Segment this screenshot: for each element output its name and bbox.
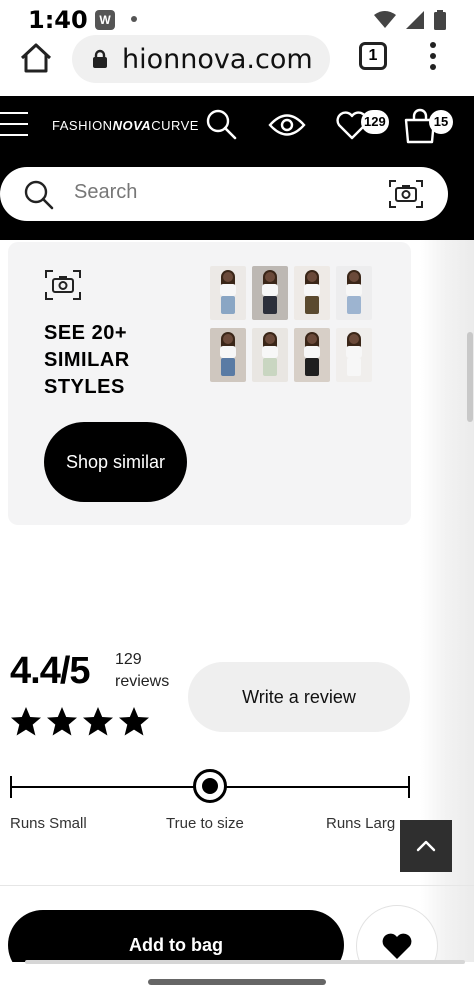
battery-icon xyxy=(434,10,446,30)
home-indicator[interactable] xyxy=(148,979,326,985)
bag-count-badge: 15 xyxy=(429,110,453,134)
back-to-top-button[interactable] xyxy=(400,820,452,872)
wishlist-count-badge: 129 xyxy=(361,110,389,134)
app-screen: 1:40 W hionnova.com 1 FASHIONNOVACURVE 1… xyxy=(0,0,474,1000)
notification-dot-icon xyxy=(131,16,137,22)
address-bar[interactable]: hionnova.com xyxy=(72,35,330,83)
browser-toolbar: hionnova.com 1 xyxy=(0,35,474,96)
logo-part-curve: CURVE xyxy=(151,118,199,133)
fit-scale-end-tick xyxy=(408,776,410,798)
scrollbar-thumb[interactable] xyxy=(467,332,473,422)
average-rating: 4.4/5 xyxy=(10,650,91,692)
similar-style-thumbnail[interactable] xyxy=(210,328,246,382)
fit-label-large: Runs Larg xyxy=(326,815,396,832)
visual-search-camera-icon[interactable] xyxy=(388,178,424,210)
chevron-up-icon xyxy=(416,840,436,852)
star-rating xyxy=(10,706,150,737)
shop-similar-button[interactable]: Shop similar xyxy=(44,422,187,502)
logo-part-fashion: FASHION xyxy=(52,118,113,133)
search-icon xyxy=(24,180,54,210)
review-count-number: 129 xyxy=(115,651,142,668)
similar-style-thumbnail[interactable] xyxy=(336,328,372,382)
review-count[interactable]: 129 reviews xyxy=(115,649,169,693)
fit-scale-start-tick xyxy=(10,776,12,798)
wifi-icon xyxy=(374,11,396,28)
home-icon[interactable] xyxy=(18,40,54,76)
site-header: FASHIONNOVACURVE 129 15 Search xyxy=(0,96,474,240)
write-review-button[interactable]: Write a review xyxy=(188,662,410,732)
horizontal-scroll-indicator xyxy=(25,960,465,964)
similar-style-thumbnail[interactable] xyxy=(210,266,246,320)
similar-style-thumbnail[interactable] xyxy=(252,328,288,382)
star-filled-icon xyxy=(83,707,113,736)
status-time: 1:40 xyxy=(28,6,88,34)
fit-label-true: True to size xyxy=(166,815,244,832)
notification-app-icon: W xyxy=(95,10,115,30)
similar-style-thumbnail[interactable] xyxy=(294,266,330,320)
section-divider xyxy=(0,885,474,886)
similar-style-thumbnail[interactable] xyxy=(294,328,330,382)
search-bar[interactable]: Search xyxy=(0,167,448,221)
fit-scale-indicator xyxy=(193,769,227,803)
star-filled-icon xyxy=(11,707,41,736)
search-input[interactable]: Search xyxy=(74,181,137,204)
status-icons xyxy=(374,10,446,30)
fit-label-small: Runs Small xyxy=(10,815,87,832)
overflow-menu-icon[interactable] xyxy=(428,42,438,72)
visual-search-camera-icon xyxy=(45,270,81,300)
similar-style-thumbnail[interactable] xyxy=(336,266,372,320)
header-search-icon[interactable] xyxy=(205,108,237,140)
similar-styles-card: SEE 20+ SIMILAR STYLES Shop similar xyxy=(8,242,411,525)
logo-part-nova: NOVA xyxy=(112,118,152,133)
similar-styles-title: SEE 20+ SIMILAR STYLES xyxy=(44,322,130,398)
heart-icon xyxy=(382,933,412,959)
site-logo[interactable]: FASHIONNOVACURVE xyxy=(52,118,199,133)
hamburger-menu-icon[interactable] xyxy=(0,112,28,138)
similar-thumbnails xyxy=(210,266,378,382)
lock-icon xyxy=(93,49,107,68)
tab-switcher-button[interactable]: 1 xyxy=(359,42,387,70)
star-filled-icon xyxy=(119,707,149,736)
url-text: hionnova.com xyxy=(122,43,313,75)
similar-style-thumbnail[interactable] xyxy=(252,266,288,320)
recently-viewed-eye-icon[interactable] xyxy=(268,112,306,138)
status-bar: 1:40 W xyxy=(0,0,474,38)
review-count-label: reviews xyxy=(115,673,170,690)
signal-icon xyxy=(406,11,424,29)
star-filled-icon xyxy=(47,707,77,736)
